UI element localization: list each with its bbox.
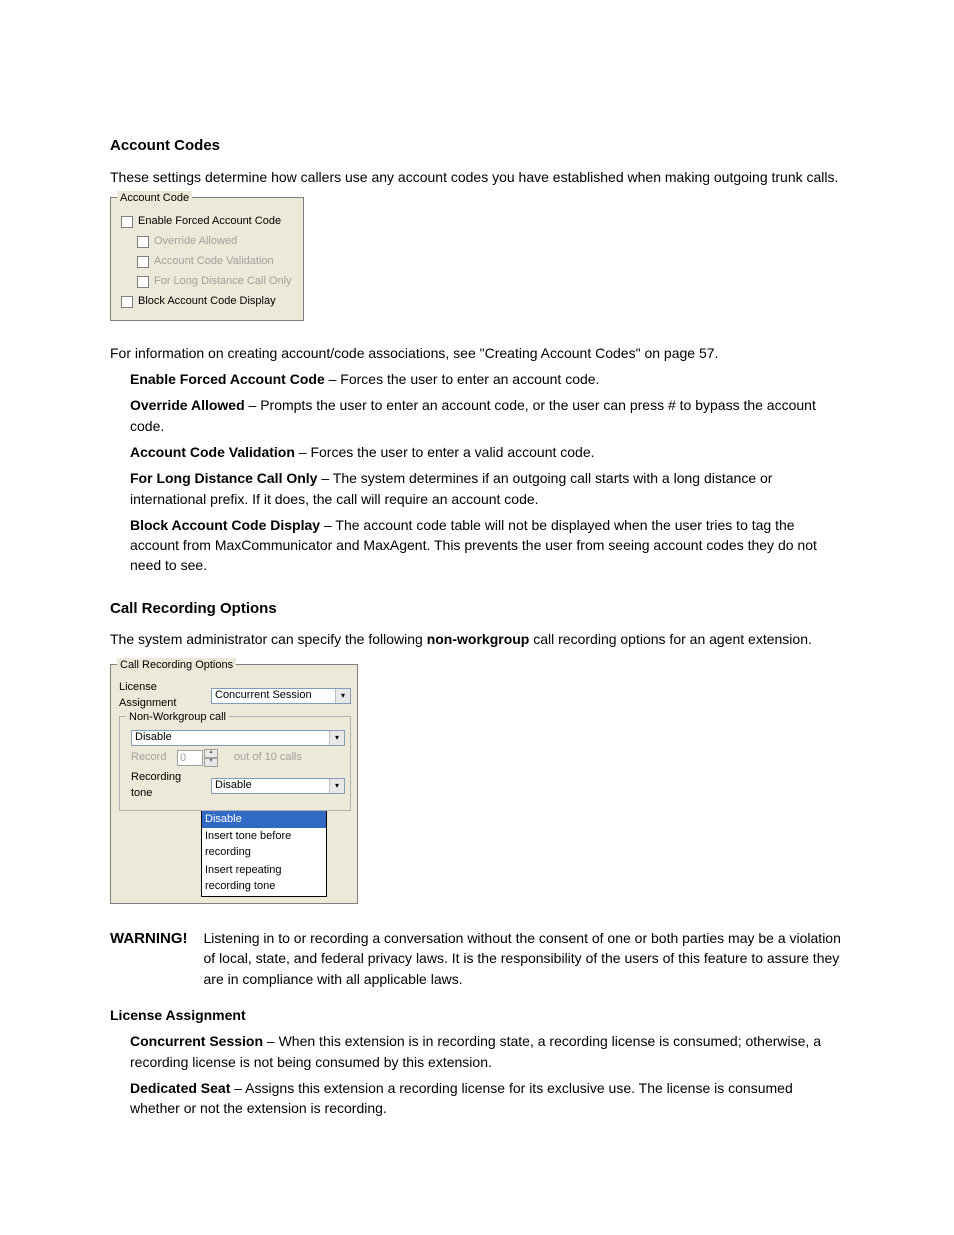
bullet-label: Block Account Code Display bbox=[130, 517, 320, 533]
checkbox-longdist[interactable] bbox=[137, 276, 149, 288]
spinner-up-icon[interactable]: ▴ bbox=[204, 749, 218, 758]
dropdown-open-list[interactable]: Disable Insert tone before recording Ins… bbox=[201, 810, 327, 898]
groupbox-account-code: Account Code Enable Forced Account Code … bbox=[110, 197, 304, 321]
heading-call-recording: Call Recording Options bbox=[110, 598, 844, 620]
dropdown-recording-tone[interactable]: Disable ▾ bbox=[211, 778, 345, 794]
chevron-down-icon: ▾ bbox=[335, 689, 350, 703]
bullet-override: Override Allowed – Prompts the user to e… bbox=[130, 395, 844, 436]
spinner-record[interactable]: ▴ ▾ bbox=[177, 749, 218, 767]
chevron-down-icon: ▾ bbox=[329, 731, 344, 745]
dropdown-option-insert-before[interactable]: Insert tone before recording bbox=[202, 828, 326, 862]
heading-account-codes: Account Codes bbox=[110, 135, 844, 157]
warning-body: Listening in to or recording a conversat… bbox=[204, 928, 845, 989]
bullet-validation: Account Code Validation – Forces the use… bbox=[130, 442, 844, 462]
label-override: Override Allowed bbox=[154, 234, 237, 250]
bullet-concurrent-session: Concurrent Session – When this extension… bbox=[130, 1031, 844, 1072]
label-recording-tone: Recording tone bbox=[131, 770, 205, 802]
bullet-label: Dedicated Seat bbox=[130, 1080, 230, 1096]
bullet-label: For Long Distance Call Only bbox=[130, 470, 317, 486]
dropdown-option-disable[interactable]: Disable bbox=[202, 811, 326, 829]
subhead-license-assignment: License Assignment bbox=[110, 1005, 844, 1025]
account-codes-after: For information on creating account/code… bbox=[110, 343, 844, 363]
bullet-label: Concurrent Session bbox=[130, 1033, 263, 1049]
spinner-down-icon[interactable]: ▾ bbox=[204, 758, 218, 767]
bullet-longdist: For Long Distance Call Only – The system… bbox=[130, 468, 844, 509]
bullet-block: Block Account Code Display – The account… bbox=[130, 515, 844, 576]
legend-call-recording: Call Recording Options bbox=[117, 658, 236, 674]
checkbox-override[interactable] bbox=[137, 236, 149, 248]
bullet-label: Override Allowed bbox=[130, 397, 245, 413]
bullet-label: Account Code Validation bbox=[130, 444, 295, 460]
intro-c: call recording options for an agent exte… bbox=[529, 631, 812, 647]
row-validation[interactable]: Account Code Validation bbox=[137, 254, 297, 270]
label-enable-forced: Enable Forced Account Code bbox=[138, 214, 281, 230]
label-license-assignment: License Assignment bbox=[119, 680, 205, 712]
dropdown-tone-value: Disable bbox=[215, 778, 252, 794]
dropdown-option-insert-repeating[interactable]: Insert repeating recording tone bbox=[202, 862, 326, 896]
bullet-label: Enable Forced Account Code bbox=[130, 371, 325, 387]
row-block-display[interactable]: Block Account Code Display bbox=[121, 294, 297, 310]
bullet-dedicated-seat: Dedicated Seat – Assigns this extension … bbox=[130, 1078, 844, 1119]
row-enable-forced[interactable]: Enable Forced Account Code bbox=[121, 214, 297, 230]
dropdown-disable[interactable]: Disable ▾ bbox=[131, 730, 345, 746]
intro-a: The system administrator can specify the… bbox=[110, 631, 427, 647]
checkbox-enable-forced[interactable] bbox=[121, 216, 133, 228]
dropdown-disable-value: Disable bbox=[135, 730, 172, 746]
bullet-text: – Assigns this extension a recording lic… bbox=[130, 1080, 793, 1116]
call-recording-intro: The system administrator can specify the… bbox=[110, 629, 844, 649]
legend-non-workgroup: Non-Workgroup call bbox=[126, 710, 229, 726]
row-longdist[interactable]: For Long Distance Call Only bbox=[137, 274, 297, 290]
row-override[interactable]: Override Allowed bbox=[137, 234, 297, 250]
groupbox-non-workgroup: Non-Workgroup call Disable ▾ Record ▴ ▾ … bbox=[119, 716, 351, 811]
groupbox-call-recording: Call Recording Options License Assignmen… bbox=[110, 664, 358, 904]
label-record: Record bbox=[131, 750, 171, 766]
chevron-down-icon: ▾ bbox=[329, 779, 344, 793]
warning-label: WARNING! bbox=[110, 928, 188, 950]
dropdown-license-value: Concurrent Session bbox=[215, 688, 312, 704]
label-longdist: For Long Distance Call Only bbox=[154, 274, 292, 290]
label-validation: Account Code Validation bbox=[154, 254, 274, 270]
legend-account-code: Account Code bbox=[117, 191, 192, 207]
bullet-text: – Forces the user to enter an account co… bbox=[325, 371, 600, 387]
account-codes-intro: These settings determine how callers use… bbox=[110, 167, 844, 187]
checkbox-block-display[interactable] bbox=[121, 296, 133, 308]
bullet-text: – Forces the user to enter a valid accou… bbox=[295, 444, 595, 460]
bullet-enable-forced: Enable Forced Account Code – Forces the … bbox=[130, 369, 844, 389]
label-record-suffix: out of 10 calls bbox=[234, 750, 302, 766]
record-value-input[interactable] bbox=[177, 750, 203, 766]
checkbox-validation[interactable] bbox=[137, 256, 149, 268]
dropdown-license-assignment[interactable]: Concurrent Session ▾ bbox=[211, 688, 351, 704]
label-block-display: Block Account Code Display bbox=[138, 294, 276, 310]
intro-b: non-workgroup bbox=[427, 631, 530, 647]
